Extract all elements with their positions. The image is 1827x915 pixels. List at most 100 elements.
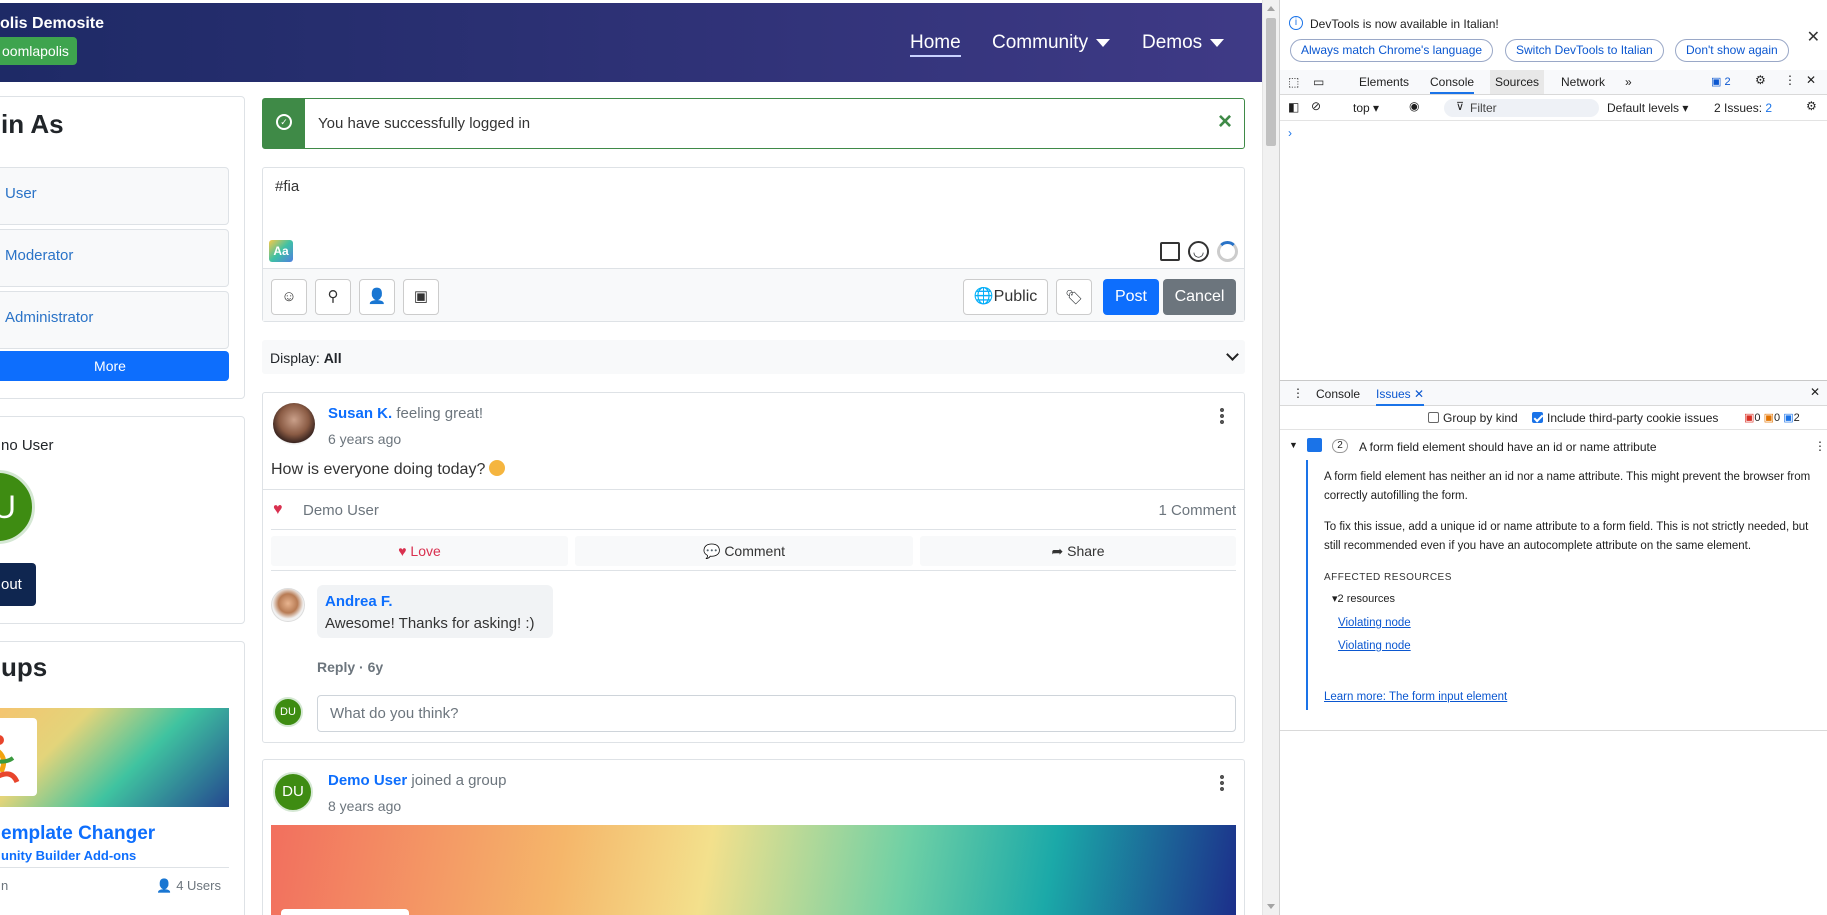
- comment-label: Comment: [724, 543, 785, 559]
- scrollbar-thumb[interactable]: [1266, 18, 1276, 146]
- post-time[interactable]: 6 years ago: [328, 431, 401, 447]
- smiling-face-icon: [489, 460, 506, 476]
- tab-network[interactable]: Network: [1561, 75, 1605, 89]
- third-party-checkbox[interactable]: Include third-party cookie issues: [1532, 411, 1718, 425]
- eye-icon[interactable]: ◉: [1409, 99, 1419, 113]
- more-tabs-icon[interactable]: »: [1625, 75, 1632, 89]
- display-filter[interactable]: Display: All: [262, 340, 1245, 374]
- tag-button[interactable]: 🏷: [1056, 279, 1092, 315]
- logout-button[interactable]: out: [0, 563, 36, 606]
- console-output[interactable]: ›: [1280, 122, 1827, 380]
- composer-input[interactable]: #fia: [275, 178, 299, 195]
- page-scrollbar[interactable]: [1262, 0, 1279, 915]
- tab-console[interactable]: Console: [1430, 75, 1475, 94]
- dont-show-again-button[interactable]: Don't show again: [1675, 39, 1789, 62]
- comment-age[interactable]: 6y: [368, 659, 384, 675]
- post-author-link[interactable]: Demo User: [328, 772, 407, 789]
- drawer-tab-issues[interactable]: Issues ✕: [1376, 387, 1425, 406]
- comment-button[interactable]: 💬 Comment: [575, 536, 913, 566]
- note-icon[interactable]: [1160, 242, 1180, 261]
- context-select[interactable]: top ▾: [1353, 101, 1379, 115]
- issue-header[interactable]: ▼ 2 A form field element should have an …: [1280, 436, 1827, 458]
- group-category-link[interactable]: unity Builder Add-ons: [1, 848, 136, 863]
- image-button[interactable]: ▣: [403, 279, 439, 315]
- console-prompt-icon[interactable]: ›: [1288, 126, 1292, 140]
- clear-console-icon[interactable]: ⊘: [1311, 99, 1321, 113]
- site-brand[interactable]: olis Demosite: [0, 15, 104, 33]
- more-vertical-icon[interactable]: ⋮: [1784, 73, 1796, 87]
- avatar[interactable]: [273, 403, 315, 445]
- resources-toggle[interactable]: ▾2 resources: [1332, 590, 1395, 609]
- comment-icon: 💬: [702, 543, 725, 559]
- avatar[interactable]: DU: [273, 772, 313, 812]
- scroll-up-icon[interactable]: [1267, 6, 1275, 11]
- login-as-administrator-button[interactable]: Administrator: [0, 291, 229, 349]
- sidebar-toggle-icon[interactable]: ◧: [1288, 100, 1299, 114]
- devtools-tabbar: ⬚ ▭ Elements Console Sources Network » ▣…: [1280, 70, 1827, 95]
- post-author-link[interactable]: Susan K.: [328, 405, 392, 422]
- emoji-icon[interactable]: ◡: [1188, 241, 1209, 262]
- love-button[interactable]: ♥ Love: [271, 536, 568, 566]
- group-name-link[interactable]: emplate Changer: [1, 823, 155, 845]
- group-banner[interactable]: [0, 708, 229, 807]
- switch-language-button[interactable]: Switch DevTools to Italian: [1505, 39, 1664, 62]
- close-icon[interactable]: ✕: [1414, 387, 1424, 401]
- expand-triangle-icon[interactable]: ▼: [1289, 440, 1298, 450]
- gear-icon[interactable]: ⚙: [1806, 99, 1817, 113]
- group-footer-text: n: [1, 878, 9, 893]
- more-vertical-icon[interactable]: [1220, 774, 1224, 792]
- close-drawer-icon[interactable]: ✕: [1810, 385, 1820, 399]
- nav-community[interactable]: Community: [992, 32, 1111, 54]
- tab-elements[interactable]: Elements: [1359, 75, 1409, 89]
- more-vertical-icon[interactable]: [1220, 407, 1224, 425]
- reply-link[interactable]: Reply: [317, 659, 355, 675]
- scroll-down-icon[interactable]: [1267, 904, 1275, 909]
- post-time[interactable]: 8 years ago: [328, 798, 401, 814]
- post-button[interactable]: Post: [1103, 279, 1159, 315]
- tab-sources[interactable]: Sources: [1490, 70, 1545, 94]
- nav-demos[interactable]: Demos: [1142, 32, 1225, 54]
- issue-counts: ▣0 ▣0 ▣2: [1744, 411, 1800, 424]
- privacy-button[interactable]: 🌐Public: [963, 279, 1048, 315]
- tag-user-button[interactable]: 👤: [359, 279, 395, 315]
- more-vertical-icon[interactable]: ⋮: [1814, 439, 1826, 453]
- cancel-button[interactable]: Cancel: [1163, 279, 1236, 315]
- login-as-user-button[interactable]: User: [0, 167, 229, 225]
- avatar[interactable]: U: [0, 470, 35, 544]
- device-toolbar-icon[interactable]: ▭: [1313, 75, 1324, 89]
- violating-node-link[interactable]: Violating node: [1338, 614, 1411, 633]
- filter-input[interactable]: Filter: [1444, 99, 1599, 117]
- issues-badge[interactable]: ▣ 2: [1711, 75, 1731, 88]
- login-as-moderator-button[interactable]: Moderator: [0, 229, 229, 287]
- drawer-tab-console[interactable]: Console: [1316, 387, 1360, 401]
- share-button[interactable]: ➦ Share: [920, 536, 1236, 566]
- issues-counter[interactable]: 2 Issues: 2: [1714, 101, 1772, 115]
- more-button[interactable]: More: [0, 351, 229, 381]
- close-icon[interactable]: ×: [1218, 108, 1232, 136]
- nav-home[interactable]: Home: [910, 32, 961, 57]
- chevron-down-icon[interactable]: [1226, 348, 1239, 361]
- brand-badge[interactable]: oomlapolis: [0, 37, 77, 65]
- match-language-button[interactable]: Always match Chrome's language: [1290, 39, 1494, 62]
- reaction-user[interactable]: Demo User: [303, 502, 379, 519]
- close-icon[interactable]: ✕: [1806, 73, 1816, 87]
- comment-author-link[interactable]: Andrea F.: [325, 593, 393, 610]
- inspect-element-icon[interactable]: ⬚: [1288, 75, 1299, 89]
- log-levels-select[interactable]: Default levels ▾: [1607, 101, 1688, 115]
- location-button[interactable]: ⚲: [315, 279, 351, 315]
- groups-title: ups: [1, 652, 48, 682]
- close-icon[interactable]: ✕: [1807, 27, 1820, 47]
- avatar[interactable]: [271, 588, 305, 622]
- drawer-menu-icon[interactable]: ⋮: [1292, 386, 1304, 400]
- learn-more-link[interactable]: Learn more: The form input element: [1324, 688, 1507, 707]
- comment-count[interactable]: 1 Comment: [1158, 502, 1236, 519]
- comment-input[interactable]: What do you think?: [317, 695, 1236, 732]
- emoji-button[interactable]: ☺: [271, 279, 307, 315]
- text-style-icon[interactable]: Aa: [269, 240, 293, 262]
- group-banner-image[interactable]: [271, 825, 1236, 915]
- group-by-kind-checkbox[interactable]: Group by kind: [1428, 411, 1518, 425]
- drawer-tab-issues-label: Issues: [1376, 387, 1411, 401]
- gear-icon[interactable]: ⚙: [1755, 73, 1766, 87]
- issues-counter-label: 2 Issues:: [1714, 101, 1763, 115]
- violating-node-link[interactable]: Violating node: [1338, 637, 1411, 656]
